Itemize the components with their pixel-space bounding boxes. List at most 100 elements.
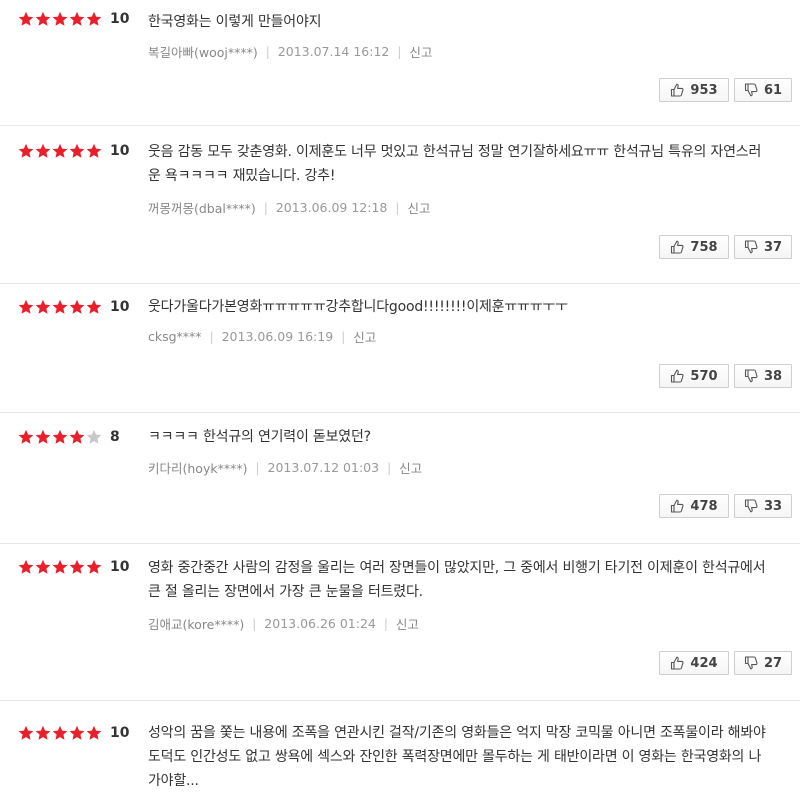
divider: | bbox=[341, 329, 346, 344]
review-item: 10 웃음 감동 모두 갖춘영화. 이제훈도 너무 멋있고 한석규님 정말 연기… bbox=[0, 126, 800, 284]
star-filled-icon bbox=[35, 143, 51, 159]
dislike-count: 37 bbox=[763, 239, 783, 255]
rating: 10 bbox=[18, 722, 129, 744]
divider: | bbox=[263, 200, 268, 215]
star-rating bbox=[18, 11, 103, 27]
like-count: 424 bbox=[690, 655, 718, 671]
dislike-count: 27 bbox=[763, 655, 783, 671]
review-author[interactable]: 복길아빠(wooj****) bbox=[148, 42, 258, 61]
divider: | bbox=[397, 44, 402, 59]
rating-score: 10 bbox=[110, 143, 130, 159]
star-filled-icon bbox=[18, 143, 34, 159]
thumbs-down-icon bbox=[744, 240, 764, 254]
rating-score: 10 bbox=[110, 11, 130, 27]
divider: | bbox=[209, 329, 214, 344]
review-text: 성악의 꿈을 쫓는 내용에 조폭을 연관시킨 걸작/기존의 영화들은 억지 막장… bbox=[148, 725, 766, 789]
report-link[interactable]: 신고 bbox=[409, 42, 432, 61]
rating-score: 10 bbox=[110, 559, 130, 575]
thumbs-up-icon bbox=[670, 499, 690, 513]
review-author[interactable]: 키다리(hoyk****) bbox=[148, 458, 247, 477]
review-date: 2013.07.12 01:03 bbox=[267, 460, 380, 475]
dislike-button[interactable]: 37 bbox=[734, 235, 792, 259]
vote-buttons: 478 33 bbox=[659, 494, 792, 518]
like-button[interactable]: 758 bbox=[659, 235, 729, 259]
review-text: ㅋㅋㅋㅋ 한석규의 연기력이 돋보였던? bbox=[148, 429, 371, 445]
review-meta: 김애교(kore****) | 2013.06.26 01:24 | 신고 bbox=[148, 614, 419, 633]
rating-score: 10 bbox=[110, 299, 130, 315]
star-rating bbox=[18, 559, 103, 575]
report-link[interactable]: 신고 bbox=[396, 614, 419, 633]
review-text: 웃음 감동 모두 갖춘영화. 이제훈도 너무 멋있고 한석규님 정말 연기잘하세… bbox=[148, 144, 762, 184]
review-item: 10 웃다가울다가본영화ㅠㅠㅠㅠㅠ강추합니다good!!!!!!!!이제훈ㅠㅠㅠ… bbox=[0, 284, 800, 413]
divider: | bbox=[255, 460, 260, 475]
review-date: 2013.06.26 01:24 bbox=[264, 616, 376, 631]
divider: | bbox=[265, 44, 270, 59]
star-filled-icon bbox=[86, 11, 102, 27]
star-filled-icon bbox=[69, 299, 85, 315]
review-item: 10 성악의 꿈을 쫓는 내용에 조폭을 연관시킨 걸작/기존의 영화들은 억지… bbox=[0, 701, 800, 790]
star-filled-icon bbox=[69, 143, 85, 159]
thumbs-down-icon bbox=[744, 656, 764, 670]
thumbs-up-icon bbox=[670, 83, 690, 97]
review-meta: 키다리(hoyk****) | 2013.07.12 01:03 | 신고 bbox=[148, 458, 422, 477]
like-button[interactable]: 424 bbox=[659, 651, 729, 675]
thumbs-down-icon bbox=[744, 499, 764, 513]
dislike-button[interactable]: 27 bbox=[734, 651, 792, 675]
review-text: 웃다가울다가본영화ㅠㅠㅠㅠㅠ강추합니다good!!!!!!!!이제훈ㅠㅠㅠㅜㅜ bbox=[148, 299, 568, 315]
star-filled-icon bbox=[86, 725, 102, 741]
review-date: 2013.06.09 16:19 bbox=[221, 329, 334, 344]
star-filled-icon bbox=[52, 725, 68, 741]
divider: | bbox=[383, 616, 388, 631]
review-list: 10 한국영화는 이렇게 만들어야지 복길아빠(wooj****) | 2013… bbox=[0, 0, 800, 790]
star-filled-icon bbox=[18, 559, 34, 575]
review-author[interactable]: 꺼몽꺼몽(dbal****) bbox=[148, 198, 256, 217]
dislike-button[interactable]: 33 bbox=[734, 494, 792, 518]
like-count: 570 bbox=[690, 368, 718, 384]
star-filled-icon bbox=[18, 299, 34, 315]
thumbs-down-icon bbox=[744, 369, 764, 383]
rating: 10 bbox=[18, 8, 129, 30]
star-filled-icon bbox=[35, 11, 51, 27]
like-button[interactable]: 478 bbox=[659, 494, 729, 518]
divider: | bbox=[395, 200, 400, 215]
review-author[interactable]: 김애교(kore****) bbox=[148, 614, 244, 633]
review-author[interactable]: cksg**** bbox=[148, 329, 202, 344]
review-item: 10 영화 중간중간 사람의 감정을 울리는 여러 장면들이 많았지만, 그 중… bbox=[0, 544, 800, 701]
rating: 8 bbox=[18, 426, 120, 448]
star-filled-icon bbox=[86, 143, 102, 159]
report-link[interactable]: 신고 bbox=[407, 198, 430, 217]
report-link[interactable]: 신고 bbox=[399, 458, 422, 477]
review-item: 10 한국영화는 이렇게 만들어야지 복길아빠(wooj****) | 2013… bbox=[0, 0, 800, 126]
report-link[interactable]: 신고 bbox=[353, 327, 376, 346]
star-filled-icon bbox=[18, 429, 34, 445]
star-filled-icon bbox=[69, 429, 85, 445]
star-filled-icon bbox=[18, 725, 34, 741]
dislike-count: 33 bbox=[763, 498, 783, 514]
dislike-button[interactable]: 38 bbox=[734, 364, 792, 388]
star-filled-icon bbox=[35, 725, 51, 741]
star-filled-icon bbox=[52, 143, 68, 159]
like-count: 758 bbox=[690, 239, 718, 255]
like-count: 953 bbox=[690, 82, 718, 98]
dislike-count: 38 bbox=[763, 368, 783, 384]
star-filled-icon bbox=[69, 559, 85, 575]
like-button[interactable]: 953 bbox=[659, 78, 729, 102]
star-filled-icon bbox=[86, 299, 102, 315]
vote-buttons: 424 27 bbox=[659, 651, 792, 675]
star-rating bbox=[18, 725, 103, 741]
star-filled-icon bbox=[35, 429, 51, 445]
rating-score: 10 bbox=[110, 725, 130, 741]
star-filled-icon bbox=[18, 11, 34, 27]
review-date: 2013.06.09 12:18 bbox=[275, 200, 388, 215]
review-item: 8 ㅋㅋㅋㅋ 한석규의 연기력이 돋보였던? 키다리(hoyk****) | 2… bbox=[0, 413, 800, 544]
rating: 10 bbox=[18, 296, 129, 318]
review-meta: 꺼몽꺼몽(dbal****) | 2013.06.09 12:18 | 신고 bbox=[148, 198, 430, 217]
divider: | bbox=[387, 460, 392, 475]
star-filled-icon bbox=[35, 559, 51, 575]
star-filled-icon bbox=[69, 11, 85, 27]
review-date: 2013.07.14 16:12 bbox=[277, 44, 390, 59]
star-filled-icon bbox=[52, 299, 68, 315]
dislike-button[interactable]: 61 bbox=[734, 78, 792, 102]
like-button[interactable]: 570 bbox=[659, 364, 729, 388]
star-rating bbox=[18, 429, 103, 445]
